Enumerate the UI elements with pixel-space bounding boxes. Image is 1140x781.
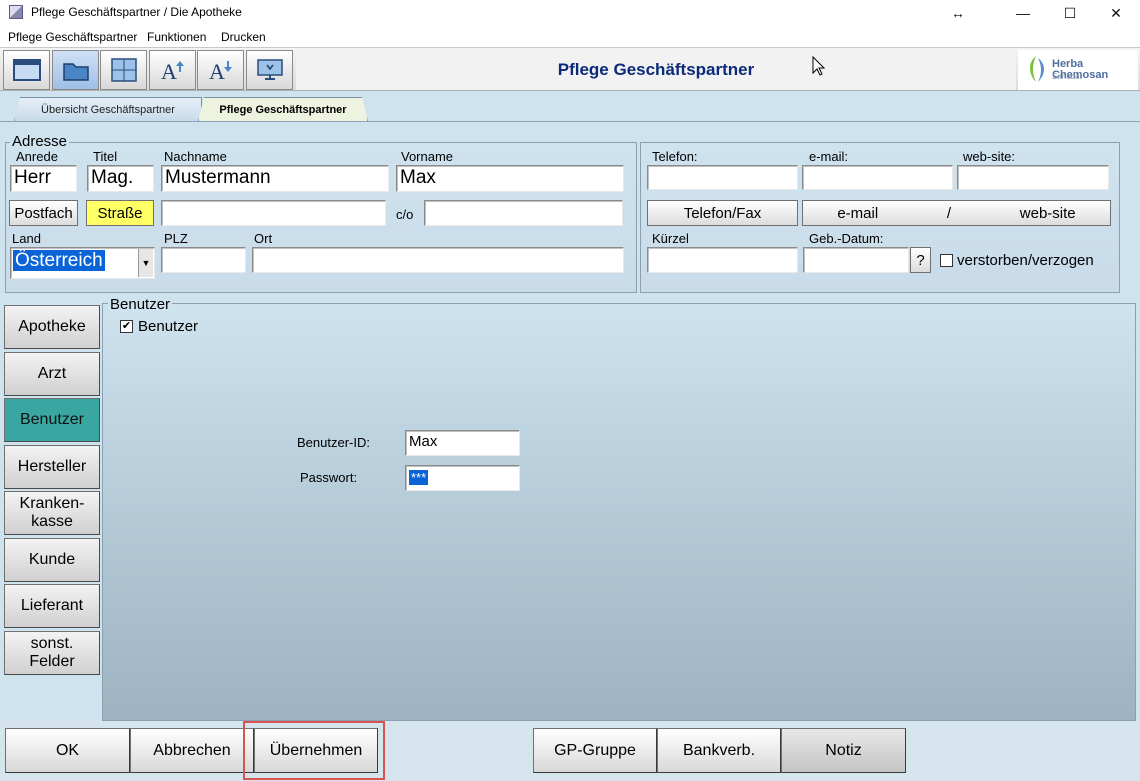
email-label: e-mail: [809,149,849,164]
ort-field[interactable] [252,247,624,273]
passwort-field[interactable]: *** [405,465,520,491]
anrede-field[interactable]: Herr [10,165,77,192]
ort-label: Ort [254,231,273,246]
benutzer-checkbox-label: Benutzer [138,318,199,335]
passwort-label: Passwort: [300,470,358,485]
logo-sub: Sanodat [1052,72,1082,81]
email-field[interactable] [802,165,953,190]
leaf-logo-icon [1030,56,1044,82]
nav-benutzer[interactable]: Benutzer [4,398,100,442]
nav-hersteller[interactable]: Hersteller [4,445,100,489]
folder-icon [62,63,89,81]
font-larger-icon-button[interactable]: A [149,50,196,90]
gebdatum-label: Geb.-Datum: [809,231,884,246]
svg-text:A: A [161,59,177,83]
nav-krankenkasse[interactable]: Kranken- kasse [4,491,100,535]
nav-apotheke[interactable]: Apotheke [4,305,100,349]
land-label: Land [12,231,41,246]
nav-kunde[interactable]: Kunde [4,538,100,582]
svg-text:A: A [209,59,225,83]
monitor-icon [256,59,283,80]
date-picker-button[interactable]: ? [910,247,931,273]
window-icon-button[interactable] [3,50,50,90]
titel-label: Titel [93,149,118,164]
menu-drucken[interactable]: Drucken [221,30,266,44]
close-button[interactable]: ✕ [1093,0,1139,26]
tab-row: Übersicht Geschäftspartner Pflege Geschä… [0,91,1140,122]
nav-arzt[interactable]: Arzt [4,352,100,396]
font-smaller-icon-button[interactable]: A [197,50,244,90]
grid-icon [110,58,137,82]
uebernehmen-button[interactable]: Übernehmen [254,728,378,773]
kuerzel-label: Kürzel [652,231,689,246]
benutzer-id-label: Benutzer-ID: [297,435,370,450]
co-field[interactable] [424,200,623,226]
tab-uebersicht[interactable]: Übersicht Geschäftspartner [14,97,202,121]
email-website-button[interactable]: e-mail / web-site [802,200,1111,226]
address-legend: Adresse [10,133,70,150]
maximize-button[interactable]: ☐ [1047,0,1093,26]
notiz-button[interactable]: Notiz [781,728,906,773]
passwort-value: *** [409,470,429,485]
folder-icon-button[interactable] [52,50,99,90]
postfach-button[interactable]: Postfach [9,200,78,226]
land-select[interactable]: Österreich ▼ [10,247,155,279]
ok-button[interactable]: OK [5,728,130,773]
land-value: Österreich [13,250,105,271]
verstorben-label: verstorben/verzogen [957,252,1094,269]
telefon-field[interactable] [647,165,798,190]
window-title: Pflege Geschäftspartner / Die Apotheke [31,5,242,19]
nav-sonst-felder[interactable]: sonst. Felder [4,631,100,675]
title-bar: Pflege Geschäftspartner / Die Apotheke ↔… [0,0,1140,26]
benutzer-legend: Benutzer [108,296,173,313]
slash-label: / [946,204,952,222]
app-icon [9,5,23,19]
toolbar-title: Pflege Geschäftspartner [296,50,1016,90]
telefon-label: Telefon: [652,149,698,164]
anrede-label: Anrede [16,149,58,164]
monitor-icon-button[interactable] [246,50,293,90]
website-label: web-site: [963,149,1016,164]
nav-lieferant[interactable]: Lieferant [4,584,100,628]
abbrechen-button[interactable]: Abbrechen [130,728,254,773]
vorname-label: Vorname [401,149,454,164]
plz-label: PLZ [164,231,188,246]
benutzer-id-field[interactable]: Max [405,430,520,456]
tab-pflege[interactable]: Pflege Geschäftspartner [198,97,368,121]
font-smaller-icon: A [209,59,232,83]
strasse-button[interactable]: Straße [86,200,154,226]
window-icon [12,59,41,81]
minimize-button[interactable]: — [1000,0,1046,26]
telefon-fax-button[interactable]: Telefon/Fax [647,200,798,226]
menu-bar: Pflege Geschäftspartner Funktionen Druck… [0,27,1140,47]
company-logo: Herba Chemosan Sanodat [1018,50,1138,90]
resize-icon[interactable]: ↔ [935,0,981,26]
gp-gruppe-button[interactable]: GP-Gruppe [533,728,657,773]
gebdatum-field[interactable] [803,247,909,273]
vorname-field[interactable]: Max [396,165,624,192]
menu-pflege[interactable]: Pflege Geschäftspartner [8,30,137,44]
dropdown-arrow-icon[interactable]: ▼ [138,249,153,277]
benutzer-panel [102,303,1136,721]
co-label: c/o [396,207,414,222]
mouse-cursor-icon [812,55,826,81]
bankverb-button[interactable]: Bankverb. [657,728,781,773]
email-button-label: e-mail [837,204,879,222]
website-field[interactable] [957,165,1109,190]
menu-funktionen[interactable]: Funktionen [147,30,206,44]
website-button-label: web-site [1019,204,1076,222]
strasse-field[interactable] [161,200,386,226]
toolbar: A A Pflege Geschäftspartner Herba Chemos… [0,47,1140,91]
grid-icon-button[interactable] [100,50,147,90]
benutzer-checkbox[interactable]: ✔ [120,320,133,333]
titel-field[interactable]: Mag. [87,165,154,192]
font-larger-icon: A [161,59,184,83]
nachname-field[interactable]: Mustermann [161,165,389,192]
verstorben-checkbox[interactable] [940,254,953,267]
plz-field[interactable] [161,247,246,273]
kuerzel-field[interactable] [647,247,798,273]
nachname-label: Nachname [164,149,227,164]
